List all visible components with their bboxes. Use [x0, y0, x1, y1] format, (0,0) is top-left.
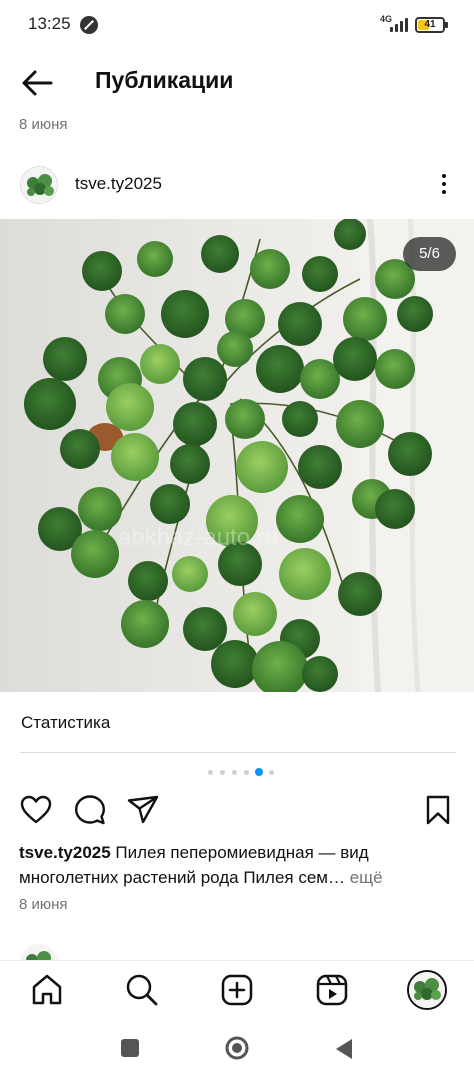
- carousel-dot: [232, 770, 237, 775]
- carousel-dot-active: [255, 768, 263, 776]
- circle-icon: [225, 1036, 249, 1060]
- recent-apps-button[interactable]: [120, 1038, 140, 1063]
- statistics-link[interactable]: Статистика: [21, 713, 110, 733]
- battery-level: 41: [424, 19, 436, 30]
- post-caption[interactable]: tsve.ty2025 Пилея пеперомиевидная — вид …: [19, 840, 459, 890]
- battery-icon: 41: [415, 17, 445, 33]
- page-title: Публикации: [95, 67, 234, 93]
- save-button[interactable]: [422, 794, 454, 826]
- photo-counter: 5/6: [403, 237, 456, 271]
- triangle-back-icon: [336, 1039, 352, 1059]
- heart-icon: [20, 795, 52, 824]
- system-navigation: [0, 1022, 474, 1080]
- back-button[interactable]: [20, 66, 54, 100]
- signal-icon: [390, 16, 410, 32]
- nav-create[interactable]: [220, 973, 254, 1007]
- search-icon: [126, 974, 158, 1006]
- arrow-left-icon: [22, 70, 53, 96]
- post-date-top: 8 июня: [19, 116, 68, 133]
- like-button[interactable]: [20, 794, 52, 826]
- post-image[interactable]: [0, 219, 474, 692]
- nav-reels[interactable]: [315, 973, 349, 1007]
- comment-icon: [75, 795, 105, 825]
- comment-button[interactable]: [74, 794, 106, 826]
- more-vertical-icon: [442, 174, 446, 178]
- caption-username[interactable]: tsve.ty2025: [19, 843, 111, 862]
- image-watermark: abkhaz-auto.ru: [118, 524, 279, 551]
- post-username[interactable]: tsve.ty2025: [75, 174, 162, 194]
- back-system-button[interactable]: [334, 1038, 354, 1065]
- carousel-dot: [244, 770, 249, 775]
- carousel-indicator: [208, 768, 278, 776]
- bottom-navigation: [0, 960, 474, 1022]
- square-icon: [121, 1039, 139, 1057]
- caption-text-line2: многолетних растений рода Пилея сем…: [19, 868, 345, 887]
- nav-profile-avatar[interactable]: [407, 970, 447, 1010]
- nav-search[interactable]: [125, 973, 159, 1007]
- caption-text-line1: Пилея пеперомиевидная — вид: [110, 843, 369, 862]
- divider: [20, 752, 456, 753]
- home-system-button[interactable]: [225, 1036, 249, 1065]
- status-bar: 13:25 4G 41: [0, 0, 474, 52]
- reels-icon: [316, 974, 348, 1006]
- do-not-disturb-icon: [80, 16, 98, 34]
- nav-home[interactable]: [30, 973, 64, 1007]
- send-icon: [127, 795, 159, 824]
- post-author-avatar[interactable]: [20, 166, 58, 204]
- bookmark-icon: [426, 795, 450, 825]
- caption-more-link[interactable]: ещё: [345, 868, 383, 887]
- post-date: 8 июня: [19, 896, 68, 913]
- home-icon: [32, 974, 62, 1005]
- share-button[interactable]: [127, 794, 159, 826]
- more-options-button[interactable]: [432, 172, 456, 196]
- status-time: 13:25: [28, 14, 71, 33]
- carousel-dot: [269, 770, 274, 775]
- carousel-dot: [208, 770, 213, 775]
- carousel-dot: [220, 770, 225, 775]
- create-icon: [221, 974, 253, 1006]
